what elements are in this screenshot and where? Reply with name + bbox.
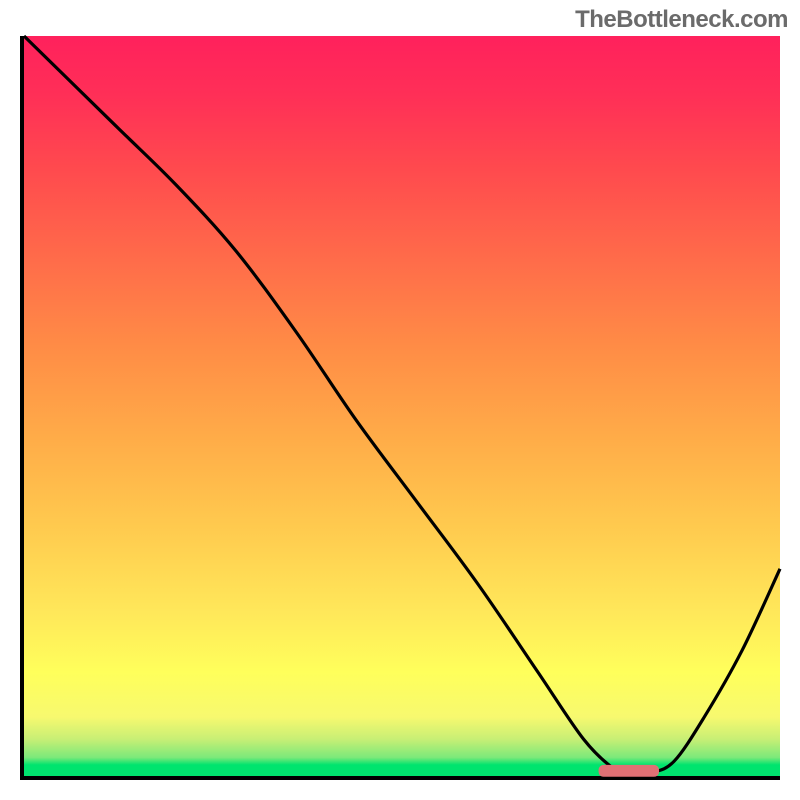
curve-overlay	[24, 36, 780, 776]
watermark-text: TheBottleneck.com	[575, 6, 788, 34]
bottleneck-curve	[24, 36, 780, 773]
plot-area	[20, 36, 780, 780]
optimal-zone-marker	[599, 765, 659, 777]
